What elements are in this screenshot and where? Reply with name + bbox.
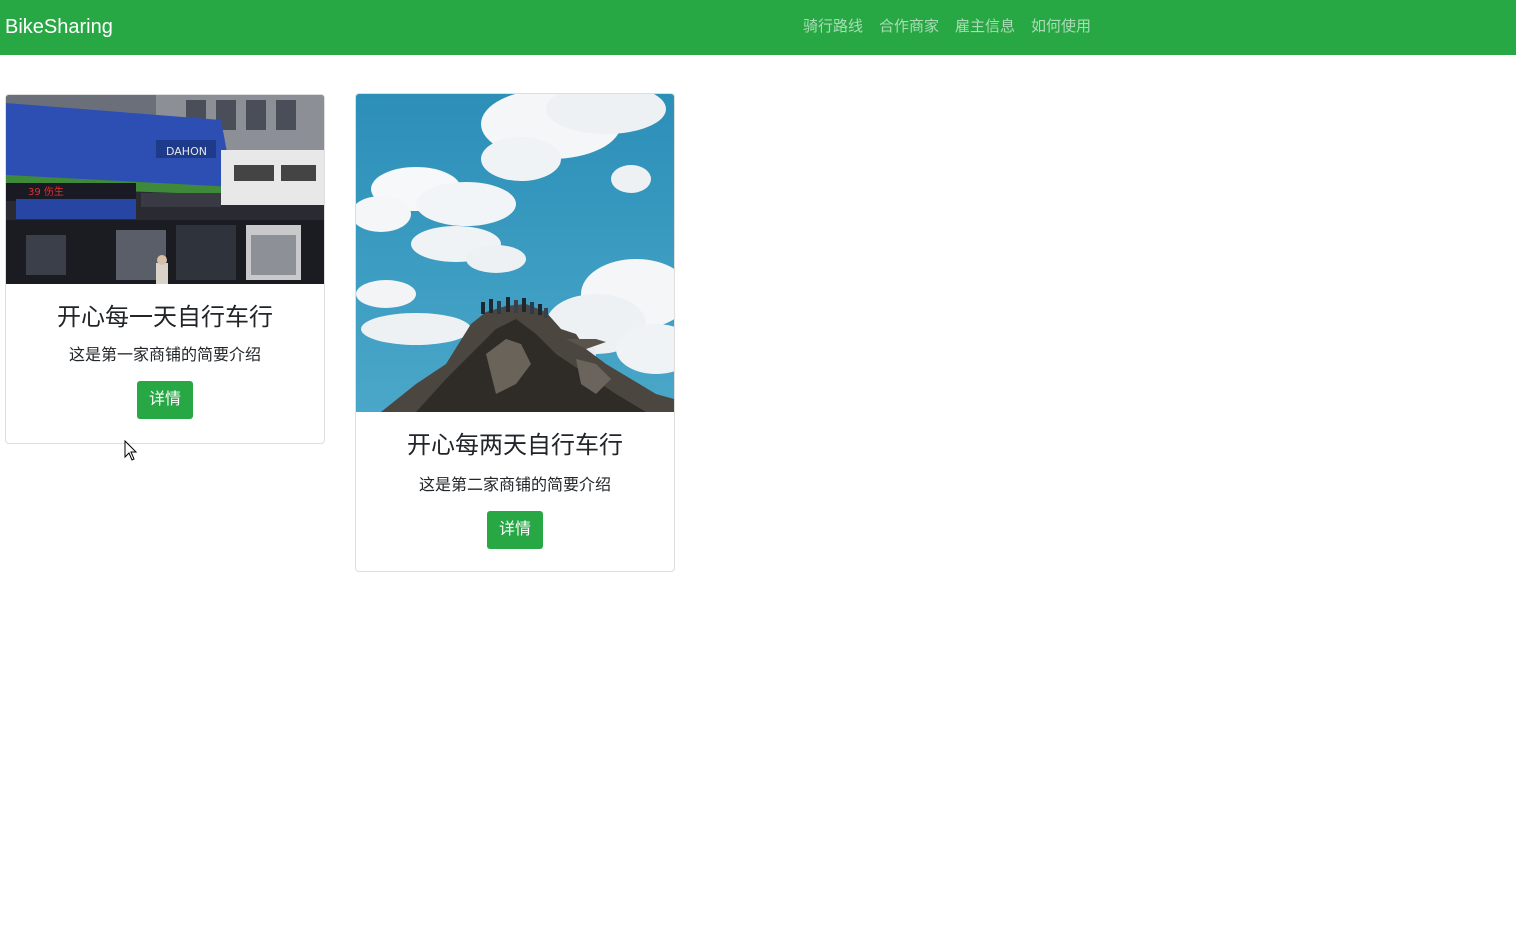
- card-body: 开心每两天自行车行 这是第二家商铺的简要介绍 详情: [356, 431, 674, 549]
- card-title: 开心每一天自行车行: [57, 304, 273, 331]
- svg-text:DAHON: DAHON: [166, 145, 207, 158]
- card-title: 开心每两天自行车行: [407, 432, 623, 459]
- card-text: 这是第一家商铺的简要介绍: [68, 347, 261, 364]
- nav-link-partners[interactable]: 合作商家: [871, 16, 947, 38]
- top-navbar: BikeSharing 骑行路线 合作商家 雇主信息 如何使用: [0, 0, 1516, 55]
- mouse-cursor-icon: [124, 440, 138, 461]
- nav-link-routes[interactable]: 骑行路线: [795, 16, 871, 38]
- svg-text:39 伤生: 39 伤生: [28, 185, 64, 198]
- nav-link-how-to-use[interactable]: 如何使用: [1023, 16, 1099, 38]
- card-body: 开心每一天自行车行 这是第一家商铺的简要介绍 详情: [6, 303, 324, 419]
- nav-links: 骑行路线 合作商家 雇主信息 如何使用: [795, 16, 1099, 38]
- mountain-sky-photo: [356, 94, 674, 412]
- nav-link-employer-info[interactable]: 雇主信息: [947, 16, 1023, 38]
- shop-card-1: DAHON 39 伤生 开心每一天自行车行 这是第一家商铺的简要介绍 详情: [5, 94, 325, 444]
- brand-link[interactable]: BikeSharing: [5, 14, 113, 40]
- card-text: 这是第二家商铺的简要介绍: [418, 477, 611, 494]
- shop-card-2: 开心每两天自行车行 这是第二家商铺的简要介绍 详情: [355, 93, 675, 572]
- details-button[interactable]: 详情: [136, 381, 193, 419]
- details-button[interactable]: 详情: [486, 511, 543, 549]
- storefront-photo: DAHON 39 伤生: [6, 95, 324, 284]
